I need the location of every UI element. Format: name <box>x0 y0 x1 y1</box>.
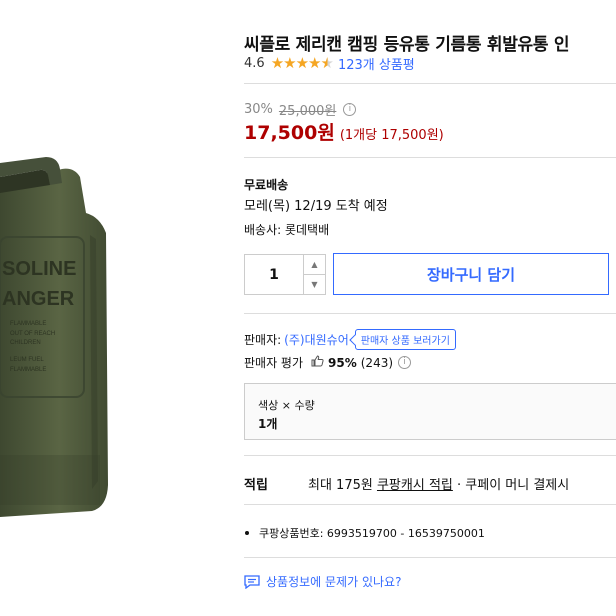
star-icon: ★ <box>308 54 321 72</box>
selected-option-box[interactable]: 색상 × 수량 1개 <box>244 383 616 440</box>
option-value: 1개 <box>258 417 278 431</box>
star-rating: ★ ★ ★ ★ ★ <box>270 54 334 72</box>
add-to-cart-button[interactable]: 장바구니 담기 <box>333 253 609 295</box>
star-icon: ★ <box>283 54 296 72</box>
seller-rating-label: 판매자 평가 <box>244 356 304 370</box>
svg-text:LEUM FUEL: LEUM FUEL <box>10 357 44 363</box>
divider <box>244 557 616 558</box>
reward-condition: · 쿠페이 머니 결제시 <box>457 478 570 493</box>
thumbs-up-icon <box>311 355 324 370</box>
svg-text:FLAMMABLE: FLAMMABLE <box>10 367 46 373</box>
seller-store-button[interactable]: 판매자 상품 보러가기 <box>354 329 456 350</box>
image-lettering: SOLINE <box>2 258 76 280</box>
reward-text: 최대 175원 쿠팡캐시 적립 · 쿠페이 머니 결제시 <box>308 474 569 493</box>
coupang-cash-link[interactable]: 쿠팡캐시 적립 <box>377 478 453 493</box>
divider <box>244 504 616 505</box>
seller-rating-percent: 95% <box>328 355 357 370</box>
chevron-down-icon[interactable]: ▼ <box>304 275 325 294</box>
svg-text:CHILDREN: CHILDREN <box>10 340 41 346</box>
price-row: 17,500원 (1개당 17,500원) <box>244 118 444 145</box>
quantity-input[interactable]: 1 <box>245 255 304 294</box>
image-lettering: ANGER <box>2 288 75 310</box>
star-half-icon: ★ <box>320 54 334 72</box>
report-issue-text: 상품정보에 문제가 있나요? <box>266 575 402 589</box>
star-icon: ★ <box>295 54 309 72</box>
product-image[interactable]: SOLINE ANGER FLAMMABLE OUT OF REACH CHIL… <box>0 155 112 520</box>
report-issue-link[interactable]: 상품정보에 문제가 있나요? <box>244 573 401 590</box>
sale-price: 17,500원 <box>244 122 335 144</box>
seller-rating-row: 판매자 평가 95% (243) i <box>244 354 412 371</box>
svg-text:FLAMMABLE: FLAMMABLE <box>10 321 46 327</box>
discount-row: 30% 25,000원 i <box>244 100 357 119</box>
chat-icon <box>244 574 260 589</box>
option-label: 색상 × 수량 <box>258 399 315 412</box>
product-info-panel: 씨플로 제리캔 캠핑 등유통 기름통 휘발유통 인 4.6 ★ ★ ★ ★ ★ … <box>244 0 616 616</box>
divider <box>244 157 616 158</box>
chevron-up-icon[interactable]: ▲ <box>304 255 325 275</box>
seller-name-link[interactable]: (주)대원슈어 <box>284 331 349 348</box>
shipping-carrier: 배송사: 롯데택배 <box>244 223 330 237</box>
svg-text:OUT OF REACH: OUT OF REACH <box>10 331 55 337</box>
rating-row: 4.6 ★ ★ ★ ★ ★ 123개 상품평 <box>244 54 415 74</box>
reward-amount: 최대 175원 <box>308 478 373 493</box>
seller-rating-count: (243) <box>360 355 394 370</box>
item-number-text: 쿠팡상품번호: 6993519700 - 16539750001 <box>259 527 485 540</box>
divider <box>244 83 616 84</box>
product-title: 씨플로 제리캔 캠핑 등유통 기름통 휘발유통 인 <box>244 35 570 55</box>
quantity-arrows: ▲ ▼ <box>304 255 325 294</box>
quantity-stepper: 1 ▲ ▼ <box>244 254 326 295</box>
bullet <box>245 531 249 535</box>
item-number: 쿠팡상품번호: 6993519700 - 16539750001 <box>244 525 485 541</box>
rating-value: 4.6 <box>244 56 265 71</box>
shipping-badge: 무료배송 <box>244 178 289 192</box>
review-count-link[interactable]: 123개 상품평 <box>338 54 415 73</box>
original-price: 25,000원 <box>278 104 337 119</box>
discount-rate: 30% <box>244 102 273 117</box>
star-icon: ★ <box>270 54 284 72</box>
seller-label: 판매자: <box>244 333 282 347</box>
info-icon[interactable]: i <box>343 103 357 116</box>
unit-price: (1개당 17,500원) <box>339 128 444 143</box>
delivery-eta: 모레(목) 12/19 도착 예정 <box>244 199 388 214</box>
seller-row: 판매자: (주)대원슈어 판매자 상품 보러가기 <box>244 329 456 350</box>
info-icon[interactable]: i <box>398 356 412 369</box>
divider <box>244 455 616 456</box>
reward-label: 적립 <box>244 478 268 493</box>
divider <box>244 313 616 314</box>
